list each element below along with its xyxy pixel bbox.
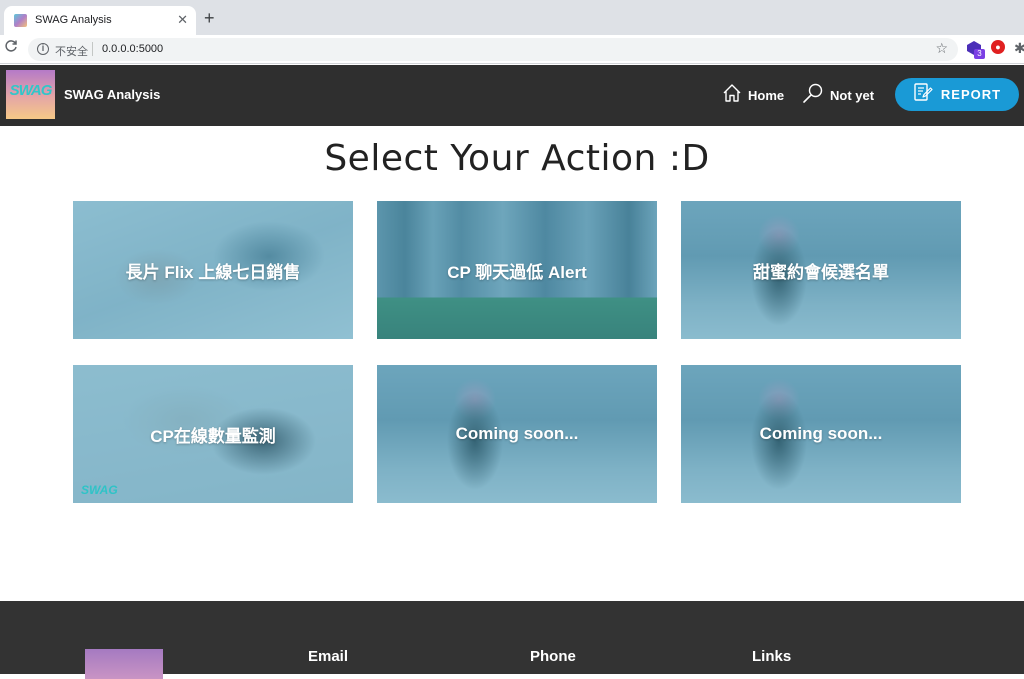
url-separator <box>92 42 93 56</box>
browser-tab[interactable]: SWAG Analysis ✕ <box>4 6 196 35</box>
action-card-date-candidates[interactable]: 甜蜜約會候選名單 <box>681 201 961 339</box>
nav-notyet-label: Not yet <box>830 87 875 103</box>
info-icon[interactable]: i <box>37 43 49 55</box>
tab-close-icon[interactable]: ✕ <box>177 12 188 28</box>
footer-logo <box>85 649 163 679</box>
logo-text: SWAG <box>9 82 53 99</box>
report-edit-icon <box>913 82 933 107</box>
card-label: 甜蜜約會候選名單 <box>753 262 889 282</box>
footer-links-heading: Links <box>752 648 792 665</box>
favicon-icon <box>14 14 27 27</box>
url-text[interactable]: 0.0.0.0:5000 <box>102 43 163 55</box>
nav-home-link[interactable]: Home <box>722 83 784 107</box>
browser-address-bar: i 不安全 0.0.0.0:5000 ☆ <box>0 35 1024 64</box>
puzzle-extension-icon[interactable]: ✱ <box>1014 40 1024 57</box>
tab-title: SWAG Analysis <box>35 14 112 26</box>
nav-home-label: Home <box>748 87 785 103</box>
extension-badge: 3 <box>974 49 985 59</box>
action-card-coming-soon[interactable]: Coming soon... <box>377 365 657 503</box>
brand-name[interactable]: SWAG Analysis <box>64 87 160 102</box>
action-card-flix-sales[interactable]: 長片 Flix 上線七日銷售 <box>73 201 353 339</box>
bookmark-star-icon[interactable]: ☆ <box>935 40 948 57</box>
card-label: CP在線數量監測 <box>150 426 276 446</box>
site-header: SWAG SWAG Analysis Home Not yet REPORT <box>0 65 1024 126</box>
action-card-cp-chat-alert[interactable]: CP 聊天過低 Alert <box>377 201 657 339</box>
report-label: REPORT <box>940 87 1002 102</box>
card-label: Coming soon... <box>455 424 579 443</box>
card-label: Coming soon... <box>759 424 883 443</box>
url-omnibox[interactable]: i 不安全 0.0.0.0:5000 ☆ <box>28 38 958 61</box>
site-footer: Email Phone Links <box>0 601 1024 679</box>
report-button[interactable]: REPORT <box>895 78 1019 111</box>
security-label: 不安全 <box>55 46 88 58</box>
action-card-cp-online-monitor[interactable]: SWAG CP在線數量監測 <box>73 365 353 503</box>
footer-phone-heading: Phone <box>530 648 576 665</box>
card-label: 長片 Flix 上線七日銷售 <box>125 262 301 282</box>
browser-tab-bar: SWAG Analysis ✕ + <box>0 0 1024 35</box>
nav-notyet-link[interactable]: Not yet <box>802 83 874 107</box>
page-title: Select Your Action :D <box>324 138 710 179</box>
card-label: CP 聊天過低 Alert <box>447 262 587 282</box>
site-logo[interactable]: SWAG <box>6 70 55 119</box>
action-card-coming-soon[interactable]: Coming soon... <box>681 365 961 503</box>
search-icon <box>802 82 824 109</box>
reload-icon[interactable] <box>4 39 18 56</box>
new-tab-button[interactable]: + <box>204 9 215 27</box>
footer-email-heading: Email <box>308 648 349 665</box>
adblock-extension-icon[interactable]: ● <box>991 40 1005 54</box>
home-icon <box>722 83 742 108</box>
